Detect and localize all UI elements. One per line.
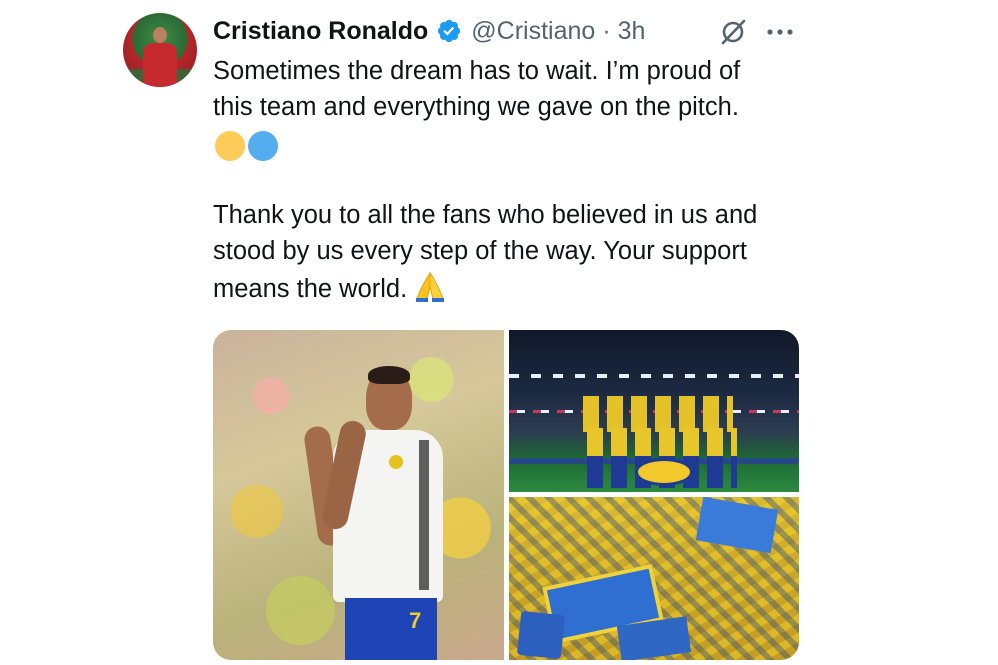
tweet-line: this team and everything we gave on the … [213,93,739,121]
more-options-icon[interactable] [764,24,796,40]
tweet-header: Cristiano Ronaldo @Cristiano · 3h [213,14,645,48]
photo-fans-with-flags[interactable] [509,497,799,660]
stadium-lights [509,374,799,378]
verified-badge-icon[interactable] [436,18,462,44]
author-name[interactable]: Cristiano Ronaldo [213,17,428,46]
tweet-line: stood by us every step of the way. Your … [213,237,747,265]
player-hair [368,366,410,384]
separator-dot: · [602,16,611,45]
avatar-head [153,27,167,43]
avatar-body [143,43,177,87]
players-back-row [583,396,733,432]
tweet-line: means the world. [213,275,408,303]
tweet-timestamp[interactable]: 3h [618,17,646,46]
photo-team-lineup[interactable] [509,330,799,492]
player-shirt-stripe [419,440,429,590]
fan-flag [695,497,779,554]
tweet-paragraph-1: Sometimes the dream has to wait. I’m pro… [213,53,740,125]
grok-icon[interactable] [718,17,748,47]
tweet-line-last: means the world. [213,269,757,307]
club-badge [389,455,403,469]
blue-heart-icon [248,131,278,161]
yellow-heart-icon [215,131,245,161]
author-handle[interactable]: @Cristiano [471,17,595,46]
avatar[interactable] [123,13,197,87]
club-logo [635,458,693,486]
player-shorts [345,598,437,660]
tweet: Cristiano Ronaldo @Cristiano · 3h Someti… [0,0,998,665]
tweet-line: Sometimes the dream has to wait. I’m pro… [213,57,741,85]
tweet-line: Thank you to all the fans who believed i… [213,201,758,229]
folded-hands-icon [413,269,447,303]
players-front-row [587,428,737,458]
tweet-paragraph-2: Thank you to all the fans who believed i… [213,197,757,307]
jersey-number: 7 [409,608,422,633]
fan-flag [516,610,566,660]
photo-player-applauding[interactable]: 7 [213,330,504,660]
media-grid: 7 [213,330,799,660]
emoji-row [215,131,278,161]
